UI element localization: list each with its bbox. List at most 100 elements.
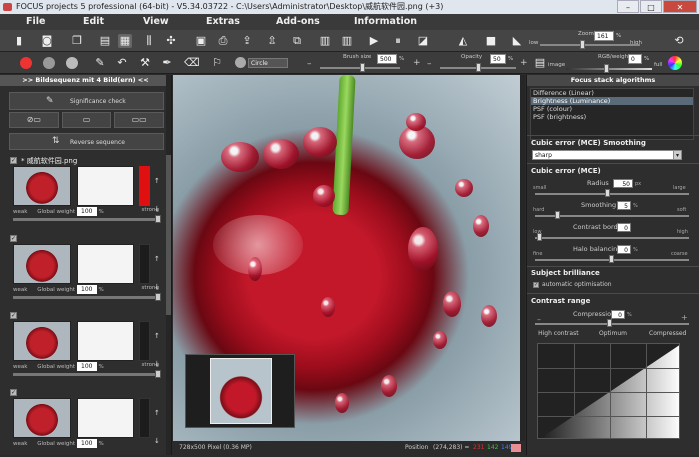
chevron-down-icon[interactable]: ▾ — [673, 150, 682, 160]
compressed-button[interactable]: Compressed — [640, 327, 695, 341]
undo-icon[interactable]: ↶ — [115, 56, 129, 70]
brush-slider-knob[interactable] — [360, 63, 365, 72]
zoom-input[interactable]: 161 — [594, 31, 614, 41]
export-all-icon[interactable]: ⇫ — [265, 34, 279, 48]
frame-item[interactable]: ✓ ↑ ↓ weak Global weight 100 % — [9, 389, 164, 457]
global-weight-slider[interactable] — [13, 296, 158, 299]
minimize-button[interactable]: – — [617, 0, 639, 13]
frame-thumbnail[interactable] — [13, 244, 71, 284]
circle-shape-icon[interactable] — [235, 57, 246, 68]
menu-addons[interactable]: Add-ons — [276, 14, 320, 30]
frame-mask-thumbnail[interactable] — [77, 244, 134, 284]
brush-minus[interactable]: – — [307, 59, 312, 69]
save-icon[interactable]: ▣ — [194, 34, 208, 48]
histogram-icon[interactable]: ◪ — [416, 34, 430, 48]
radius-input[interactable]: 50 — [613, 179, 633, 188]
network-icon[interactable]: ✣ — [164, 34, 178, 48]
color-wheel-icon[interactable] — [668, 56, 682, 70]
rgb-weighting-input[interactable]: 0 — [628, 54, 642, 64]
walk-icon[interactable]: ⚐ — [210, 56, 224, 70]
compression-slider[interactable] — [535, 323, 689, 325]
auto-optimisation-checkbox[interactable]: ✓ — [533, 281, 539, 288]
canvas-scrollbar[interactable] — [520, 75, 525, 441]
menu-file[interactable]: File — [26, 14, 45, 30]
frame-checkbox[interactable]: ✓ — [10, 235, 17, 242]
zoom-slider-knob[interactable] — [580, 40, 585, 49]
frame-checkbox[interactable]: ✓ — [10, 312, 17, 319]
shape-select[interactable]: Circle — [248, 58, 288, 68]
rgb-slider-knob[interactable] — [604, 64, 609, 73]
frame-mask-thumbnail[interactable] — [77, 166, 134, 206]
frame-item[interactable]: ✓ * 威航软件园.png ↑ ↓ weak Global weight 100 … — [9, 157, 164, 225]
export-multi-icon[interactable]: ⧉ — [290, 34, 304, 48]
menu-extras[interactable]: Extras — [206, 14, 240, 30]
new-file-icon[interactable]: ▮ — [12, 34, 26, 48]
algorithm-item[interactable]: PSF (brightness) — [531, 113, 693, 121]
raw-icon[interactable]: ▤ — [98, 34, 112, 48]
brush-icon[interactable]: ✎ — [93, 56, 107, 70]
frame-checkbox[interactable]: ✓ — [10, 157, 17, 164]
zoom-slider[interactable] — [540, 44, 640, 46]
opacity-input[interactable]: 50 — [490, 54, 506, 64]
halo-balancing-knob[interactable] — [609, 255, 614, 263]
global-weight-knob[interactable] — [155, 215, 161, 223]
view-mode-2-icon[interactable]: ▭ — [61, 112, 112, 128]
frame-item[interactable]: ✓ ↑ ↓ weak Global weight 100 % strong — [9, 235, 164, 303]
smoothing-knob[interactable] — [555, 211, 560, 219]
frame-mask-thumbnail[interactable] — [77, 321, 134, 361]
export-icon[interactable]: ⇪ — [240, 34, 254, 48]
compression-plus[interactable]: + — [681, 313, 688, 322]
frame-thumbnail[interactable] — [13, 166, 71, 206]
frame-thumbnail[interactable] — [13, 321, 71, 361]
significance-check-button[interactable]: ✎ Significance check — [9, 92, 164, 110]
view-mode-1-icon[interactable]: ⊘▭ — [9, 112, 59, 128]
menu-information[interactable]: Information — [354, 14, 417, 30]
global-weight-knob[interactable] — [155, 293, 161, 301]
copy-icon[interactable]: ❐ — [70, 34, 84, 48]
camera-icon[interactable]: ◙ — [40, 34, 54, 48]
maximize-button[interactable]: □ — [640, 0, 662, 13]
algorithm-item[interactable]: PSF (colour) — [531, 105, 693, 113]
print-icon[interactable]: ⎙ — [216, 34, 230, 48]
smoothing-input[interactable]: 5 — [617, 201, 631, 210]
fit-screen-icon[interactable]: ⟲ — [672, 34, 686, 48]
opacity-minus[interactable]: – — [427, 59, 432, 69]
rgb-weighting-slider[interactable] — [566, 68, 652, 70]
layers-icon[interactable]: ▤ — [533, 56, 547, 70]
menu-view[interactable]: View — [143, 14, 169, 30]
contrast-border-slider[interactable] — [535, 237, 689, 239]
halo-balancing-input[interactable]: 0 — [617, 245, 631, 254]
brush-plus[interactable]: + — [413, 58, 421, 68]
algorithm-item-selected[interactable]: Brightness (Luminance) — [531, 97, 693, 105]
algorithm-item[interactable]: Difference (Linear) — [531, 89, 693, 97]
gallery-icon[interactable]: ▦ — [118, 34, 132, 48]
contrast-border-input[interactable]: 0 — [617, 223, 631, 232]
navigator-thumbnail[interactable] — [210, 358, 272, 424]
frame-thumbnail[interactable] — [13, 398, 71, 438]
global-weight-input[interactable]: 100 — [76, 207, 97, 216]
auto-optimisation-row[interactable]: ✓ automatic optimisation — [533, 281, 612, 288]
global-weight-slider[interactable] — [13, 373, 158, 376]
compression-input[interactable]: 0 — [611, 310, 625, 319]
global-weight-slider[interactable] — [13, 218, 158, 221]
menu-edit[interactable]: Edit — [83, 14, 104, 30]
hammer-icon[interactable]: ⚒ — [138, 56, 152, 70]
play-icon[interactable]: ▶ — [367, 34, 381, 48]
compression-knob[interactable] — [607, 319, 612, 327]
film2-icon[interactable]: ▥ — [340, 34, 354, 48]
film-icon[interactable]: ▥ — [318, 34, 332, 48]
pen-icon[interactable]: ✒ — [160, 56, 174, 70]
radius-slider[interactable] — [535, 193, 689, 195]
opacity-slider-knob[interactable] — [476, 63, 481, 72]
contrast-border-knob[interactable] — [537, 233, 542, 241]
brush-size-input[interactable]: 500 — [377, 54, 397, 64]
algorithm-list[interactable]: Difference (Linear) Brightness (Luminanc… — [530, 88, 694, 140]
record-red-icon[interactable] — [20, 57, 32, 69]
clapper-icon[interactable]: ◣ — [510, 34, 524, 48]
high-contrast-button[interactable]: High contrast — [531, 327, 586, 341]
scrollbar-thumb[interactable] — [166, 155, 171, 315]
global-weight-knob[interactable] — [155, 370, 161, 378]
frame-item[interactable]: ✓ ↑ ↓ weak Global weight 100 % strong — [9, 312, 164, 380]
flip-icon[interactable]: ◭ — [456, 34, 470, 48]
eraser-icon[interactable]: ⌫ — [184, 56, 200, 70]
